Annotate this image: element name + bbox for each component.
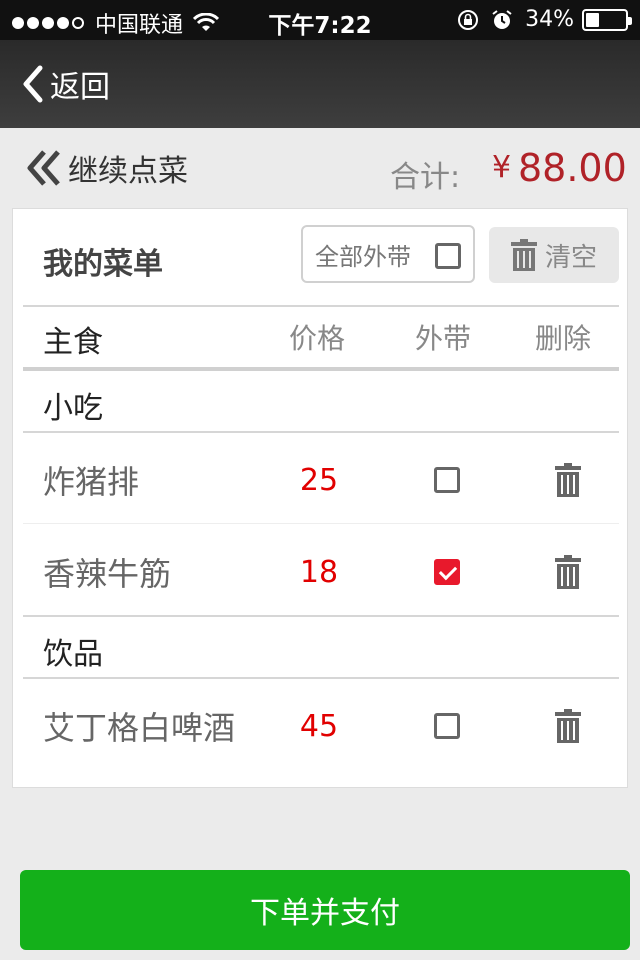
alarm-icon <box>492 9 512 29</box>
total-label: 合计: <box>390 160 461 195</box>
item-name: 艾丁格白啤酒 <box>43 709 236 747</box>
item-price: 25 <box>299 463 339 498</box>
clear-button[interactable]: 清空 <box>489 227 619 283</box>
place-order-and-pay-button[interactable]: 下单并支付 <box>20 870 630 950</box>
battery-fill <box>586 12 599 27</box>
takeaway-all-label: 全部外带 <box>315 242 411 271</box>
my-menu-title: 我的菜单 <box>43 247 163 282</box>
trash-icon <box>511 239 537 271</box>
order-summary-bar: 继续点菜 合计: ¥ 88.00 <box>0 128 640 208</box>
back-button[interactable]: 返回 <box>20 62 110 106</box>
category-title: 饮品 <box>43 637 103 672</box>
orientation-lock-icon <box>458 9 479 30</box>
delete-item-trash-icon[interactable] <box>555 555 581 589</box>
category-title: 小吃 <box>43 391 103 426</box>
divider <box>23 367 619 371</box>
item-name: 香辣牛筋 <box>43 555 172 593</box>
delete-item-trash-icon[interactable] <box>555 463 581 497</box>
divider <box>23 431 619 433</box>
takeaway-all-checkbox[interactable] <box>435 243 461 269</box>
chevron-left-icon <box>23 65 43 103</box>
battery-percent: 34% <box>525 7 574 32</box>
divider <box>23 615 619 617</box>
double-chevron-left-icon <box>27 150 60 186</box>
divider <box>23 305 619 307</box>
clear-label: 清空 <box>545 242 598 273</box>
continue-ordering-label: 继续点菜 <box>68 154 188 189</box>
nav-bar: 返回 <box>0 40 640 128</box>
back-label: 返回 <box>50 70 110 105</box>
delete-item-trash-icon[interactable] <box>555 709 581 743</box>
item-price: 45 <box>299 709 339 744</box>
column-header-delete: 删除 <box>535 322 592 355</box>
item-takeaway-checkbox[interactable] <box>434 713 460 739</box>
battery-icon <box>582 8 632 31</box>
total-amount: 88.00 <box>518 146 627 190</box>
column-header-takeaway: 外带 <box>415 322 472 355</box>
status-bar: 中国联通 下午7:22 34% <box>0 0 640 40</box>
column-header-price: 价格 <box>289 322 346 355</box>
column-header-main: 主食 <box>43 325 103 360</box>
item-name: 炸猪排 <box>43 463 140 501</box>
item-takeaway-checkbox[interactable] <box>434 559 460 585</box>
item-takeaway-checkbox[interactable] <box>434 467 460 493</box>
takeaway-all-toggle[interactable]: 全部外带 <box>301 225 475 283</box>
total-currency: ¥ <box>492 150 512 185</box>
item-price: 18 <box>299 555 339 590</box>
divider <box>23 677 619 679</box>
continue-ordering-button[interactable]: 继续点菜 <box>26 146 188 190</box>
status-right: 34% <box>457 7 632 32</box>
divider <box>23 523 619 524</box>
my-menu-card: 我的菜单 全部外带 清空 主食 价格 外带 删除 小吃 炸猪排 25 香辣牛筋 <box>12 208 628 788</box>
